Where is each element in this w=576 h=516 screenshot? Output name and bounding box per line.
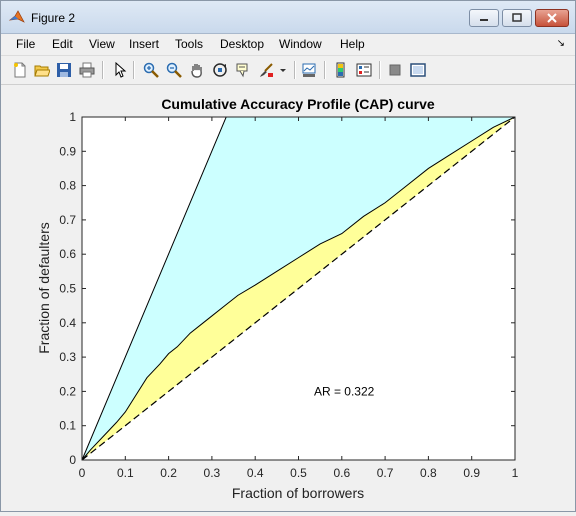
x-tick-label: 0.8 xyxy=(420,466,437,480)
y-tick-label: 0 xyxy=(69,453,76,467)
cap-chart[interactable]: 0 0.1 0.2 0.3 0.4 0.5 0.6 0.7 0.8 0.9 1 0 0.1 0.2 0.3 0… xyxy=(1,85,575,511)
x-tick-label: 1 xyxy=(512,466,519,480)
x-tick-label: 0.5 xyxy=(290,466,307,480)
maximize-icon xyxy=(512,13,522,22)
open-file-icon[interactable] xyxy=(32,60,52,80)
x-tick-label: 0 xyxy=(79,466,86,480)
legend-icon[interactable] xyxy=(354,60,374,80)
window-title: Figure 2 xyxy=(31,11,76,25)
figure-toolbar xyxy=(1,55,575,85)
link-plot-icon[interactable] xyxy=(299,60,319,80)
brush-dropdown-icon[interactable] xyxy=(277,60,289,80)
menu-file[interactable]: File xyxy=(16,37,35,51)
y-tick-label: 0.9 xyxy=(59,144,76,158)
dock-arrow-icon[interactable]: ↘ xyxy=(557,38,565,49)
chart-title: Cumulative Accuracy Profile (CAP) curve xyxy=(161,96,435,112)
x-tick-label: 0.7 xyxy=(377,466,394,480)
new-figure-icon[interactable] xyxy=(10,60,30,80)
matlab-logo-icon xyxy=(9,10,25,23)
menu-insert[interactable]: Insert xyxy=(129,37,159,51)
menu-tools[interactable]: Tools xyxy=(175,37,203,51)
y-tick-label: 0.5 xyxy=(59,282,76,296)
menu-view[interactable]: View xyxy=(89,37,115,51)
y-tick-label: 0.7 xyxy=(59,213,76,227)
x-tick-label: 0.4 xyxy=(247,466,264,480)
x-tick-label: 0.9 xyxy=(463,466,480,480)
show-plot-tools-icon[interactable] xyxy=(408,60,428,80)
x-tick-label: 0.2 xyxy=(160,466,177,480)
menu-window[interactable]: Window xyxy=(279,37,322,51)
menu-help[interactable]: Help xyxy=(340,37,365,51)
zoom-out-icon[interactable] xyxy=(164,60,184,80)
accuracy-ratio-annotation: AR = 0.322 xyxy=(314,384,375,398)
y-tick-label: 1 xyxy=(69,110,76,124)
x-tick-label: 0.6 xyxy=(333,466,350,480)
menu-edit[interactable]: Edit xyxy=(52,37,73,51)
y-tick-label: 0.2 xyxy=(59,384,76,398)
pointer-icon[interactable] xyxy=(110,60,130,80)
pan-hand-icon[interactable] xyxy=(187,60,207,80)
hide-plot-tools-icon[interactable] xyxy=(385,60,405,80)
maximize-button[interactable] xyxy=(502,9,532,27)
colorbar-icon[interactable] xyxy=(331,60,351,80)
x-tick-label: 0.1 xyxy=(117,466,134,480)
minimize-icon xyxy=(480,19,488,21)
menu-desktop[interactable]: Desktop xyxy=(220,37,264,51)
title-bar[interactable]: Figure 2 xyxy=(1,1,575,34)
figure-canvas: 0 0.1 0.2 0.3 0.4 0.5 0.6 0.7 0.8 0.9 1 0 0.1 0.2 0.3 0… xyxy=(1,85,575,511)
y-tick-label: 0.4 xyxy=(59,316,76,330)
y-axis-label: Fraction of defaulters xyxy=(36,222,52,354)
save-icon[interactable] xyxy=(54,60,74,80)
data-cursor-icon[interactable] xyxy=(233,60,253,80)
print-icon[interactable] xyxy=(77,60,97,80)
x-tick-label: 0.3 xyxy=(204,466,221,480)
rotate-3d-icon[interactable] xyxy=(210,60,230,80)
brush-icon[interactable] xyxy=(256,60,276,80)
y-tick-label: 0.6 xyxy=(59,247,76,261)
zoom-in-icon[interactable] xyxy=(141,60,161,80)
y-tick-label: 0.8 xyxy=(59,179,76,193)
close-button[interactable] xyxy=(535,9,569,27)
close-icon xyxy=(547,13,557,23)
menu-bar: File Edit View Insert Tools Desktop Wind… xyxy=(1,34,575,54)
y-tick-label: 0.1 xyxy=(59,419,76,433)
x-axis-label: Fraction of borrowers xyxy=(232,485,364,501)
figure-window: Figure 2 File Edit View Insert Tools Des… xyxy=(0,0,576,512)
minimize-button[interactable] xyxy=(469,9,499,27)
y-tick-label: 0.3 xyxy=(59,350,76,364)
